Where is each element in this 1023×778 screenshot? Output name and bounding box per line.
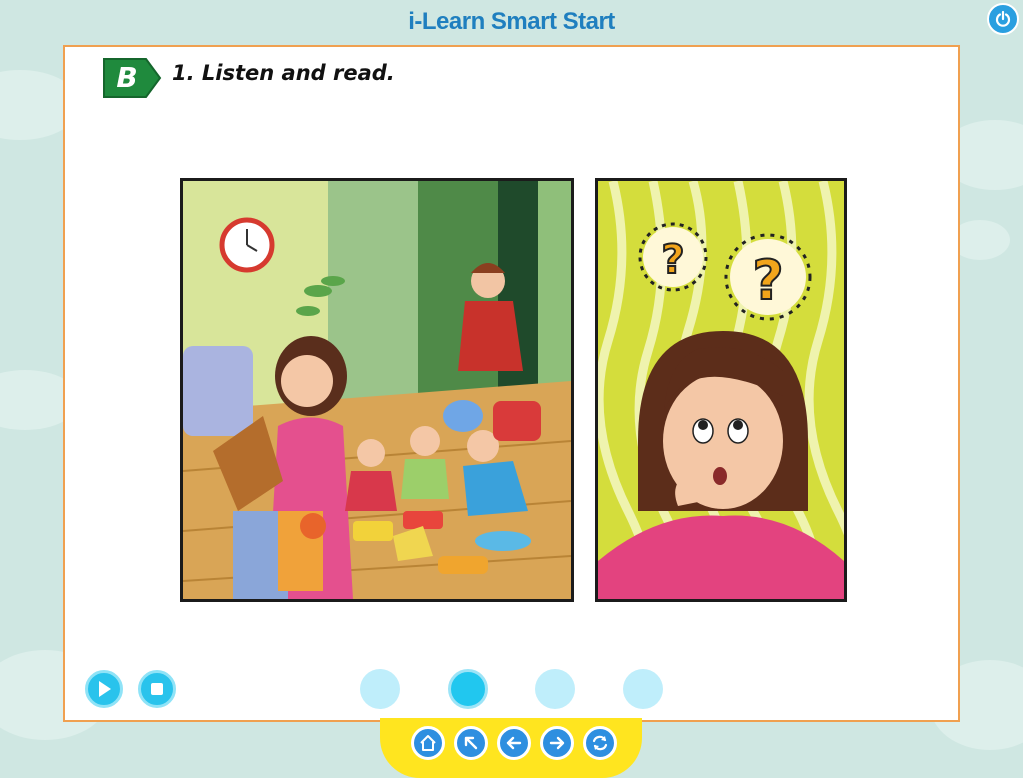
lesson-panel: B 1. Listen and read. ? ? xyxy=(63,45,960,722)
play-button[interactable] xyxy=(85,670,123,708)
page-dot-1[interactable] xyxy=(360,669,400,709)
page-dot-3[interactable] xyxy=(535,669,575,709)
refresh-icon xyxy=(592,735,608,751)
section-badge: B xyxy=(102,56,162,100)
illustration-girl-thinking: ? ? xyxy=(595,178,847,602)
previous-button[interactable] xyxy=(497,726,531,760)
stop-icon xyxy=(151,683,163,695)
exercise-instruction: 1. Listen and read. xyxy=(172,61,395,85)
previous-icon xyxy=(506,736,522,750)
power-button[interactable] xyxy=(987,3,1019,35)
bottom-navigation-bar xyxy=(380,718,642,778)
power-icon xyxy=(995,10,1011,27)
home-button[interactable] xyxy=(411,726,445,760)
play-icon xyxy=(99,681,111,697)
back-button[interactable] xyxy=(454,726,488,760)
page-dot-2[interactable] xyxy=(448,669,488,709)
refresh-button[interactable] xyxy=(583,726,617,760)
illustration-family-room xyxy=(180,178,574,602)
home-icon xyxy=(420,735,436,751)
page-dot-4[interactable] xyxy=(623,669,663,709)
next-button[interactable] xyxy=(540,726,574,760)
app-title: i-Learn Smart Start xyxy=(408,8,615,35)
svg-text:?: ? xyxy=(661,237,684,283)
next-icon xyxy=(549,736,565,750)
back-arrow-icon xyxy=(464,736,478,750)
section-badge-letter: B xyxy=(116,61,138,94)
svg-text:?: ? xyxy=(752,249,783,312)
stop-button[interactable] xyxy=(138,670,176,708)
